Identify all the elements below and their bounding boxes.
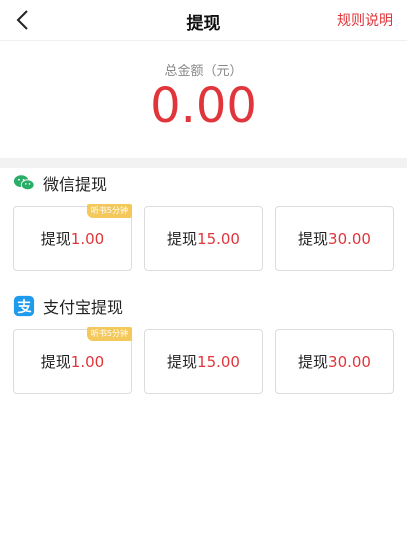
balance-label: 总金额（元） [164, 64, 243, 79]
wechat-icon [13, 175, 35, 191]
listen-badge: 听书5分钟 [86, 204, 132, 218]
alipay-section-title: 支付宝提现 [43, 298, 124, 317]
option-amount: 1.00 [70, 229, 105, 248]
wechat-options: 提现 1.00 听书5分钟 提现 15.00 提现 30.00 [13, 204, 394, 271]
wechat-section-title: 微信提现 [43, 175, 108, 194]
alipay-icon [13, 295, 35, 317]
alipay-withdraw-option-3[interactable]: 提现 30.00 [275, 329, 394, 394]
alipay-options: 提现 1.00 听书5分钟 提现 15.00 提现 30.00 [13, 327, 394, 394]
option-amount: 15.00 [197, 229, 240, 248]
option-label: 提现 [167, 353, 198, 371]
wechat-withdraw-option-2[interactable]: 提现 15.00 [144, 206, 263, 271]
option-label: 提现 [167, 230, 198, 248]
nav-bar: 提现 规则说明 [0, 0, 407, 41]
option-amount: 15.00 [197, 352, 240, 371]
option-amount: 1.00 [70, 352, 105, 371]
option-label: 提现 [40, 353, 71, 371]
wechat-withdraw-option-3[interactable]: 提现 30.00 [275, 206, 394, 271]
option-amount: 30.00 [328, 352, 371, 371]
wechat-section-header: 微信提现 [13, 171, 107, 195]
option-label: 提现 [40, 230, 71, 248]
option-label: 提现 [298, 230, 329, 248]
alipay-withdraw-option-1[interactable]: 提现 1.00 听书5分钟 [13, 327, 132, 394]
rules-link[interactable]: 规则说明 [337, 10, 393, 30]
balance-amount: 0.00 [150, 78, 257, 134]
alipay-withdraw-option-2[interactable]: 提现 15.00 [144, 329, 263, 394]
wechat-withdraw-option-1[interactable]: 提现 1.00 听书5分钟 [13, 204, 132, 271]
section-divider [0, 158, 407, 168]
alipay-section-header: 支付宝提现 [13, 294, 123, 318]
option-amount: 30.00 [328, 229, 371, 248]
option-label: 提现 [298, 353, 329, 371]
listen-badge: 听书5分钟 [86, 327, 132, 341]
